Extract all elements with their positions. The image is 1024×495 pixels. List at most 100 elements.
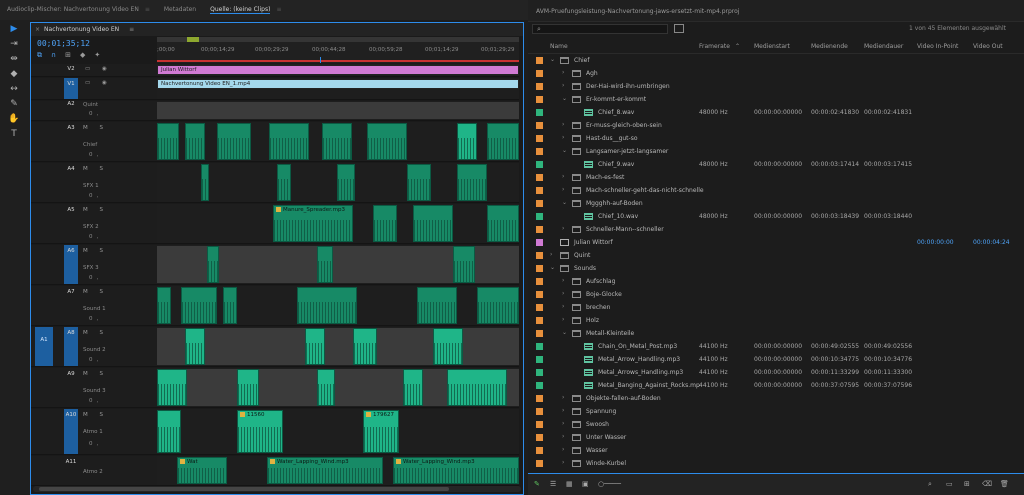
item-name[interactable]: Metall-Kleinteile <box>586 330 634 337</box>
track-header-v2[interactable]: V2 ▭ ◉ <box>31 64 157 77</box>
bin-row[interactable]: ⌄ Langsamer-jetzt-langsamer <box>528 145 1024 158</box>
item-row[interactable]: Metal_Banging_Against_Rocks.mp 44100 Hz 00… <box>528 379 1024 392</box>
track-lane-a3[interactable] <box>157 122 519 162</box>
chevron-right-icon[interactable]: › <box>562 186 564 193</box>
label-color-swatch[interactable] <box>536 200 543 207</box>
clear-icon[interactable]: ⌫ <box>982 480 992 488</box>
item-name[interactable]: Winde-Kurbel <box>586 460 626 467</box>
track-lane-a10[interactable]: 11560 179627 <box>157 409 519 455</box>
bin-row[interactable]: › Er-muss-gleich-oben-sein <box>528 119 1024 132</box>
track-id[interactable]: A10 <box>64 409 78 454</box>
bin-row[interactable]: › brechen <box>528 301 1024 314</box>
audio-clip[interactable] <box>433 328 463 365</box>
column-media-start[interactable]: Medienstart <box>754 43 790 50</box>
label-color-swatch[interactable] <box>536 226 543 233</box>
nest-icon[interactable]: ⧉ <box>37 51 42 60</box>
chevron-down-icon[interactable]: ⌄ <box>562 329 567 336</box>
item-name[interactable]: Quint <box>574 252 590 259</box>
label-color-swatch[interactable] <box>536 57 543 64</box>
track-lane-a9[interactable] <box>157 368 519 408</box>
tab-source[interactable]: Quelle: (keine Clips) ≡ <box>203 0 288 20</box>
item-row[interactable]: Julian Wittorf 00:00:00:00 00:00:04:24 <box>528 236 1024 249</box>
track-select-tool-icon[interactable]: ⇥ <box>7 38 21 50</box>
item-name[interactable]: Chief_9.wav <box>598 161 634 168</box>
scrollbar-thumb[interactable] <box>39 487 449 491</box>
item-name[interactable]: Chief_8.wav <box>598 109 634 116</box>
column-media-end[interactable]: Medienende <box>811 43 848 50</box>
item-name[interactable]: Schneller-Mann--schneller <box>586 226 664 233</box>
bin-row[interactable]: ⌄ Mggghh-auf-Boden <box>528 197 1024 210</box>
label-color-swatch[interactable] <box>536 265 543 272</box>
track-controls[interactable]: M S <box>83 166 108 172</box>
chevron-down-icon[interactable]: ⌄ <box>562 147 567 154</box>
bin-row[interactable]: › Mach-es-fest <box>528 171 1024 184</box>
label-color-swatch[interactable] <box>536 252 543 259</box>
track-id[interactable]: A2 <box>64 101 78 120</box>
track-id[interactable]: A8 <box>64 327 78 366</box>
audio-clip[interactable] <box>403 369 423 406</box>
track-volume[interactable]: 0, <box>89 398 102 404</box>
item-name[interactable]: Hast-dus__gut-so <box>586 135 638 142</box>
audio-clip[interactable] <box>457 164 487 201</box>
track-controls[interactable]: ▭ ◉ <box>85 80 112 86</box>
item-name[interactable]: Langsamer-jetzt-langsamer <box>586 148 668 155</box>
playhead[interactable] <box>320 57 321 63</box>
track-header-a2[interactable]: Quint A2 0, <box>31 101 157 121</box>
track-header-a11[interactable]: A11 Atmo 2 <box>31 456 157 486</box>
label-color-swatch[interactable] <box>536 330 543 337</box>
icon-view-icon[interactable]: ▦ <box>566 480 573 488</box>
hand-tool-icon[interactable]: ✋ <box>7 113 21 125</box>
audio-clip[interactable] <box>217 123 251 160</box>
track-id[interactable]: A6 <box>64 245 78 284</box>
project-title[interactable]: AVM-Pruefungsleistung-Nachvertonung-jaws… <box>528 0 1024 22</box>
timeline-scrollbar[interactable] <box>33 486 521 492</box>
audio-clip[interactable] <box>181 287 217 324</box>
track-id[interactable]: V2 <box>64 64 78 76</box>
snap-icon[interactable]: ∩ <box>51 51 56 60</box>
item-name[interactable]: Holz <box>586 317 599 324</box>
item-name[interactable]: Metal_Arrows_Handling.mp3 <box>598 369 683 376</box>
audio-clip[interactable] <box>447 369 507 406</box>
audio-clip[interactable] <box>317 369 335 406</box>
track-id[interactable]: V1 <box>64 78 78 99</box>
bin-row[interactable]: ⌄ Chief <box>528 54 1024 67</box>
track-header-a6[interactable]: A6 M S SFX 3 0, <box>31 245 157 285</box>
chevron-right-icon[interactable]: › <box>562 459 564 466</box>
track-id[interactable]: A11 <box>64 456 78 485</box>
bin-row[interactable]: › Winde-Kurbel <box>528 457 1024 470</box>
chevron-right-icon[interactable]: › <box>562 82 564 89</box>
sort-ascending-icon[interactable]: ⌃ <box>735 43 740 50</box>
audio-clip[interactable] <box>317 246 333 283</box>
track-controls[interactable]: ▭ ◉ <box>85 66 112 72</box>
chevron-right-icon[interactable]: › <box>562 121 564 128</box>
track-lane-a11[interactable]: Wat Water_Lapping_Wind.mp3 Water_Lapping… <box>157 456 519 486</box>
track-controls[interactable]: M S <box>83 371 108 377</box>
label-color-swatch[interactable] <box>536 408 543 415</box>
track-controls[interactable]: M S <box>83 207 108 213</box>
chevron-right-icon[interactable]: › <box>562 394 564 401</box>
video-clip[interactable]: Nachvertonung Video EN_1.mp4 <box>157 79 519 89</box>
chevron-down-icon[interactable]: ⌄ <box>562 199 567 206</box>
item-name[interactable]: Metal_Banging_Against_Rocks.mp <box>598 382 700 389</box>
label-color-swatch[interactable] <box>536 304 543 311</box>
item-name[interactable]: Chain_On_Metal_Post.mp3 <box>598 343 677 350</box>
audio-clip[interactable] <box>157 369 187 406</box>
track-id[interactable]: A5 <box>64 204 78 243</box>
chevron-right-icon[interactable]: › <box>562 420 564 427</box>
bin-row[interactable]: › Hast-dus__gut-so <box>528 132 1024 145</box>
audio-clip[interactable] <box>407 164 431 201</box>
item-row[interactable]: Chain_On_Metal_Post.mp3 44100 Hz 00:00:00:… <box>528 340 1024 353</box>
new-bin-icon[interactable] <box>674 24 684 33</box>
label-color-swatch[interactable] <box>536 382 543 389</box>
bin-row[interactable]: › Boje-Glocke <box>528 288 1024 301</box>
audio-clip[interactable] <box>157 287 171 324</box>
track-volume[interactable]: 0, <box>89 193 102 199</box>
track-id[interactable]: A7 <box>64 286 78 325</box>
marker-icon[interactable]: ◆ <box>80 51 85 60</box>
audio-clip[interactable] <box>237 369 259 406</box>
item-name[interactable]: Er-kommt-er-kommt <box>586 96 646 103</box>
bin-row[interactable]: › Mach-schneller-geht-das-nicht-schnelle <box>528 184 1024 197</box>
ripple-edit-tool-icon[interactable]: ⇹ <box>7 53 21 65</box>
label-color-swatch[interactable] <box>536 395 543 402</box>
track-header-a9[interactable]: A9 M S Sound 3 0, <box>31 368 157 408</box>
